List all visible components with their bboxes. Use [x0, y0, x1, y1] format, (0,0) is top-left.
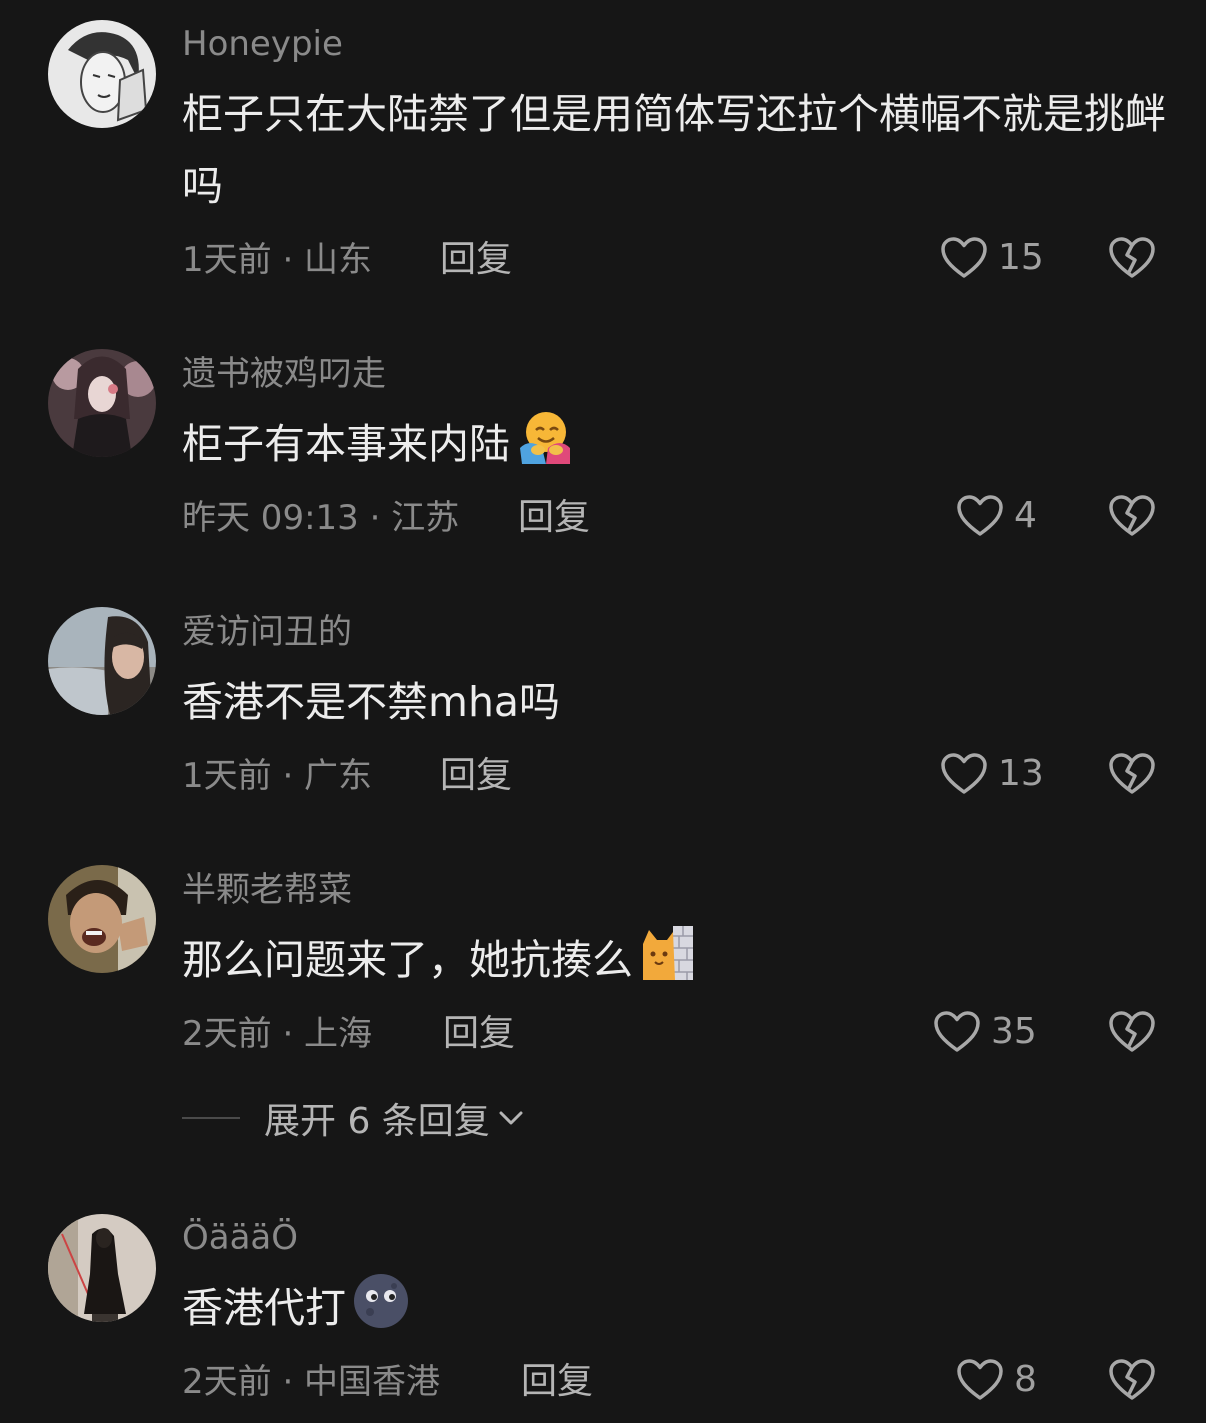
comment-meta: 2天前 · 中国香港 [182, 1362, 441, 1402]
reply-button[interactable]: 回复 [440, 238, 512, 282]
like-button[interactable]: 4 [956, 494, 1037, 538]
like-button[interactable]: 8 [956, 1358, 1037, 1402]
username[interactable]: 遗书被鸡叼走 [182, 352, 386, 396]
comment-text-content: 香港代打 [182, 1284, 346, 1332]
avatar[interactable] [48, 865, 156, 973]
comment-text: 柜子只在大陆禁了但是用简体写还拉个横幅不就是挑衅吗 [182, 90, 1166, 210]
like-count: 15 [998, 237, 1044, 278]
avatar[interactable] [48, 1214, 156, 1322]
avatar[interactable] [48, 20, 156, 128]
heart-outline-icon [941, 237, 987, 278]
broken-heart-icon [1109, 1011, 1155, 1052]
comment-text: 柜子有本事来内陆 [182, 408, 1172, 488]
like-button[interactable]: 15 [940, 236, 1044, 280]
reply-button[interactable]: 回复 [521, 1360, 593, 1404]
broken-heart-icon [1109, 1359, 1155, 1400]
comment-meta: 1天前 · 山东 [182, 240, 373, 280]
dislike-button[interactable] [1108, 1358, 1156, 1402]
heart-outline-icon [934, 1011, 980, 1052]
broken-heart-icon [1109, 237, 1155, 278]
username[interactable]: 半颗老帮菜 [182, 868, 352, 912]
cat-wall-emoji [639, 924, 695, 1004]
reply-button[interactable]: 回复 [440, 754, 512, 798]
comment-meta: 昨天 09:13 · 江苏 [182, 498, 460, 538]
like-count: 13 [998, 753, 1044, 794]
dislike-button[interactable] [1108, 1010, 1156, 1054]
dislike-button[interactable] [1108, 236, 1156, 280]
broken-heart-icon [1109, 753, 1155, 794]
new-moon-face-emoji [352, 1272, 410, 1352]
comment-text-content: 柜子有本事来内陆 [182, 420, 510, 468]
expand-replies-label: 展开 6 条回复 [264, 1101, 490, 1142]
avatar[interactable] [48, 349, 156, 457]
like-count: 4 [1014, 495, 1037, 536]
comment-text: 香港代打 [182, 1272, 1172, 1352]
dislike-button[interactable] [1108, 494, 1156, 538]
like-count: 8 [1014, 1359, 1037, 1400]
heart-outline-icon [957, 1359, 1003, 1400]
username[interactable]: 爱访问丑的 [182, 610, 352, 654]
like-button[interactable]: 35 [933, 1010, 1037, 1054]
username[interactable]: Honeypie [182, 22, 343, 66]
comment-meta: 1天前 · 广东 [182, 756, 373, 796]
comment-text-content: 那么问题来了，她抗揍么 [182, 936, 633, 984]
hugging-face-emoji [516, 408, 574, 488]
comment-text: 香港不是不禁mha吗 [182, 678, 561, 726]
username[interactable]: ÖäääÖ [182, 1216, 298, 1260]
reply-button[interactable]: 回复 [518, 496, 590, 540]
heart-outline-icon [957, 495, 1003, 536]
expand-replies-button[interactable]: 展开 6 条回复 [182, 1092, 526, 1144]
comment-meta: 2天前 · 上海 [182, 1014, 373, 1054]
like-count: 35 [991, 1011, 1037, 1052]
divider-line [182, 1117, 240, 1119]
broken-heart-icon [1109, 495, 1155, 536]
reply-button[interactable]: 回复 [443, 1012, 515, 1056]
chevron-down-icon [499, 1111, 523, 1125]
like-button[interactable]: 13 [940, 752, 1044, 796]
comment-text: 那么问题来了，她抗揍么 [182, 924, 1172, 1004]
dislike-button[interactable] [1108, 752, 1156, 796]
heart-outline-icon [941, 753, 987, 794]
avatar[interactable] [48, 607, 156, 715]
